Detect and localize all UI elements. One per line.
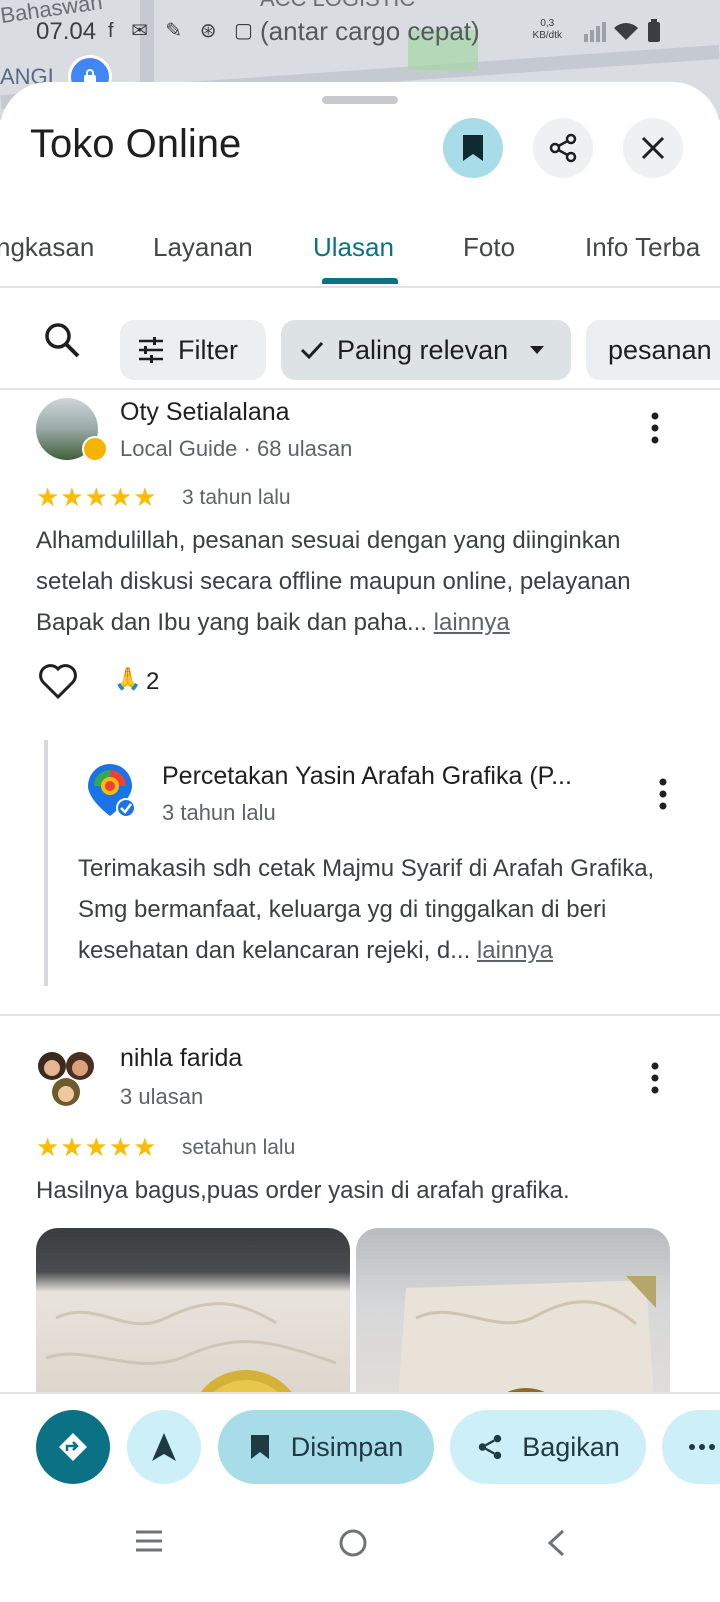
business-name[interactable]: Percetakan Yasin Arafah Grafika (P... [162, 762, 572, 791]
more-options-icon[interactable] [640, 410, 670, 446]
review-text[interactable]: Hasilnya bagus,puas order yasin di arafa… [36, 1170, 686, 1211]
review-text[interactable]: Alhamdulillah, pesanan sesuai dengan yan… [36, 520, 686, 643]
check-icon [300, 341, 324, 360]
tab-bar: ngkasan Layanan Ulasan Foto Info Terba [0, 202, 720, 288]
close-button[interactable] [623, 118, 683, 178]
reply-text[interactable]: Terimakasih sdh cetak Majmu Syarif di Ar… [78, 848, 688, 971]
drag-handle[interactable] [322, 96, 398, 104]
saved-button[interactable]: Disimpan [218, 1410, 434, 1484]
review-divider [0, 1014, 720, 1016]
bookmark-icon [463, 135, 483, 161]
tune-icon [139, 337, 163, 363]
network-speed: 0,3 KB/dtk [533, 18, 562, 42]
status-bar: 07.04 f ✉ ✎ ⊛ ▢ 0,3 KB/dtk [0, 10, 720, 50]
reviewer-name[interactable]: Oty Setialalana [120, 398, 290, 427]
read-more-link[interactable]: lainnya [477, 937, 553, 964]
network-speed-unit: KB/dtk [532, 30, 562, 41]
review-body: Alhamdulillah, pesanan sesuai dengan yan… [36, 527, 631, 636]
tab-foto[interactable]: Foto [463, 232, 515, 263]
signal-wifi-battery-icon [584, 19, 660, 42]
tab-layanan[interactable]: Layanan [153, 232, 253, 263]
reviewer-meta: 3 ulasan [120, 1084, 204, 1109]
sort-dropdown[interactable]: Paling relevan [281, 320, 571, 380]
reply-body: Terimakasih sdh cetak Majmu Syarif di Ar… [78, 855, 655, 964]
sort-dropdown-label: Paling relevan [337, 334, 509, 365]
bookmark-icon [250, 1435, 269, 1459]
review-filter-bar: Filter Paling relevan pesanan [0, 288, 720, 390]
search-icon[interactable] [42, 320, 82, 360]
more-options-icon[interactable] [640, 1060, 670, 1096]
avatar[interactable] [36, 1048, 98, 1110]
more-actions-button[interactable] [662, 1410, 720, 1484]
place-title: Toko Online [30, 122, 242, 166]
business-avatar-icon[interactable] [84, 762, 136, 818]
topic-chip-label: pesanan [608, 334, 712, 365]
share-icon [549, 133, 577, 163]
more-options-icon[interactable] [648, 776, 678, 812]
notification-icons: f ✉ ✎ ⊛ ▢ [108, 20, 259, 42]
star-rating: ★★★★★ [36, 1132, 158, 1162]
network-speed-value: 0,3 [540, 18, 555, 29]
save-button[interactable] [443, 118, 503, 178]
share-action-button[interactable]: Bagikan [450, 1410, 646, 1484]
directions-button[interactable] [36, 1410, 110, 1484]
reaction-emoji: 🙏 [114, 666, 142, 691]
start-navigation-button[interactable] [127, 1410, 201, 1484]
directions-icon [59, 1433, 87, 1461]
share-button[interactable] [533, 118, 593, 178]
system-status-icons [584, 18, 680, 50]
reviewer-name[interactable]: nihla farida [120, 1044, 242, 1073]
more-horizontal-icon [689, 1444, 715, 1450]
review-time: 3 tahun lalu [182, 486, 291, 509]
saved-button-label: Disimpan [290, 1431, 404, 1462]
tab-ulasan[interactable]: Ulasan [313, 232, 394, 263]
status-time: 07.04 [36, 18, 97, 45]
active-tab-indicator [322, 278, 398, 284]
tab-info-terbaru[interactable]: Info Terba [585, 232, 700, 263]
reviewer-meta: Local Guide · 68 ulasan [120, 436, 353, 461]
filter-chip[interactable]: Filter [120, 320, 266, 380]
reply-time: 3 tahun lalu [162, 800, 276, 825]
share-action-label: Bagikan [522, 1431, 620, 1462]
close-icon [641, 136, 665, 160]
tab-ringkasan[interactable]: ngkasan [0, 232, 94, 263]
review-time: setahun lalu [182, 1136, 296, 1159]
home-icon[interactable] [338, 1528, 368, 1558]
local-guide-badge-icon [82, 436, 108, 462]
navigation-arrow-icon [152, 1433, 176, 1461]
share-icon [479, 1434, 502, 1460]
star-rating: ★★★★★ [36, 482, 158, 512]
reply-indent-bar [44, 740, 48, 986]
reaction-count: 2 [146, 668, 160, 695]
back-icon[interactable] [545, 1528, 567, 1558]
dropdown-arrow-icon [530, 346, 545, 354]
filter-chip-label: Filter [178, 334, 238, 365]
system-nav-bar [0, 1500, 720, 1600]
topic-chip-pesanan[interactable]: pesanan [586, 320, 720, 380]
heart-icon[interactable] [38, 662, 78, 700]
recent-apps-icon[interactable] [134, 1528, 164, 1554]
read-more-link[interactable]: lainnya [434, 609, 510, 636]
